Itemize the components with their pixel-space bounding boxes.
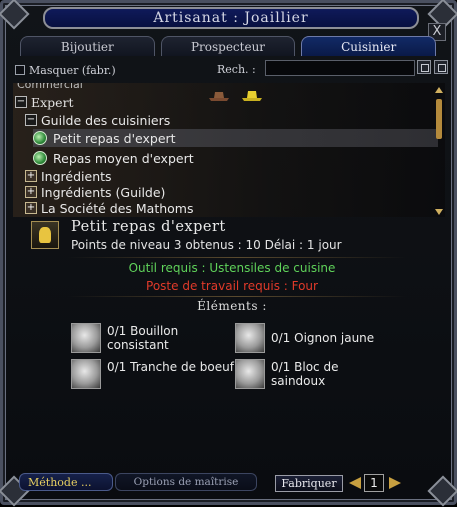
tab-bijoutier[interactable]: Bijoutier: [20, 36, 155, 56]
tree-category-expert[interactable]: − Expert: [15, 93, 74, 111]
expand-all-button[interactable]: [417, 60, 431, 74]
recipe-info: Points de niveau 3 obtenus : 10 Délai : …: [71, 238, 342, 252]
ingredient-slot[interactable]: 0/1 Tranche de boeuf: [71, 359, 236, 393]
tree-recipe-repas-moyen[interactable]: Repas moyen d'expert: [33, 149, 194, 167]
crafting-window: Artisanat : Joaillier X Bijoutier Prospe…: [0, 0, 457, 507]
tab-prospecteur[interactable]: Prospecteur: [160, 36, 296, 56]
profession-tabs: Bijoutier Prospecteur Cuisinier: [20, 36, 437, 56]
elements-heading: Éléments :: [197, 299, 267, 313]
tree-folder-mathoms[interactable]: + La Société des Mathoms: [25, 199, 194, 217]
tree-category-label: Expert: [31, 94, 74, 110]
method-button[interactable]: Méthode ...: [19, 473, 113, 491]
collapse-toggle-icon[interactable]: −: [25, 114, 37, 126]
craft-button[interactable]: Fabriquer: [275, 475, 343, 492]
meal-item-icon[interactable]: [31, 221, 59, 249]
bottom-bar: Méthode ... Options de maîtrise Fabrique…: [11, 473, 451, 495]
filter-row: Masquer (fabr.) Rech. :: [15, 60, 448, 78]
recipe-title: Petit repas d'expert: [71, 219, 226, 235]
increase-arrow-icon[interactable]: [389, 477, 401, 489]
lard-icon: [235, 359, 265, 389]
ingredient-label: 0/1 Oignon jaune: [271, 331, 375, 345]
scroll-down-arrow-icon[interactable]: [435, 209, 443, 215]
search-input[interactable]: [265, 60, 415, 76]
decrease-arrow-icon[interactable]: [349, 477, 361, 489]
quantity-field[interactable]: 1: [364, 474, 384, 492]
ingredient-slot[interactable]: 0/1 Oignon jaune: [235, 323, 400, 357]
tree-recipe-petit-repas[interactable]: Petit repas d'expert: [33, 129, 438, 147]
tree-item-label: Ingrédients (Guilde): [41, 184, 166, 200]
recipe-icon: [33, 131, 47, 145]
ingredient-slot[interactable]: 0/1 Bouillon consistant: [71, 323, 236, 357]
collapse-toggle-icon[interactable]: −: [15, 96, 27, 108]
ingredient-slot[interactable]: 0/1 Bloc de saindoux: [235, 359, 400, 393]
yellow-hat-icon: [242, 91, 262, 101]
hide-crafted-checkbox[interactable]: [15, 65, 25, 75]
expand-toggle-icon[interactable]: +: [25, 186, 37, 198]
brown-hat-icon: [209, 92, 229, 101]
tree-item-label: La Société des Mathoms: [41, 200, 194, 216]
search-label: Rech. :: [217, 63, 256, 76]
tree-item-label: Repas moyen d'expert: [53, 150, 194, 166]
recipe-icon: [33, 151, 47, 165]
tree-item-cut[interactable]: Commercial: [17, 83, 83, 93]
onion-icon: [235, 323, 265, 353]
beef-icon: [71, 359, 101, 389]
scroll-up-arrow-icon[interactable]: [435, 87, 443, 93]
expand-toggle-icon[interactable]: +: [25, 170, 37, 182]
expand-toggle-icon[interactable]: +: [25, 202, 37, 214]
ingredient-label: 0/1 Bloc de saindoux: [271, 360, 339, 388]
ingredient-label: 0/1 Bouillon consistant: [107, 324, 179, 352]
tree-scrollbar[interactable]: [435, 87, 443, 215]
scroll-thumb[interactable]: [436, 99, 442, 139]
tab-cuisinier[interactable]: Cuisinier: [301, 36, 437, 56]
hide-crafted-label: Masquer (fabr.): [29, 63, 116, 77]
tree-item-label: Guilde des cuisiniers: [41, 112, 171, 128]
ingredient-label: 0/1 Tranche de boeuf: [107, 360, 234, 374]
broth-bowl-icon: [71, 323, 101, 353]
window-corner-ornament: [0, 0, 30, 30]
window-title[interactable]: Artisanat : Joaillier: [43, 7, 419, 29]
collapse-all-button[interactable]: [434, 60, 448, 74]
tree-item-label: Ingrédients: [41, 168, 112, 184]
recipe-tree: Commercial − Expert − Guilde des cuisini…: [13, 83, 445, 217]
tool-required: Outil requis : Ustensiles de cuisine: [128, 261, 336, 275]
divider: [67, 296, 407, 297]
divider: [67, 257, 407, 258]
tree-item-label: Petit repas d'expert: [53, 130, 176, 146]
station-required: Poste de travail requis : Four: [146, 279, 318, 293]
mastery-options-button[interactable]: Options de maîtrise: [115, 473, 257, 491]
tree-item-guild[interactable]: − Guilde des cuisiniers: [25, 111, 170, 129]
